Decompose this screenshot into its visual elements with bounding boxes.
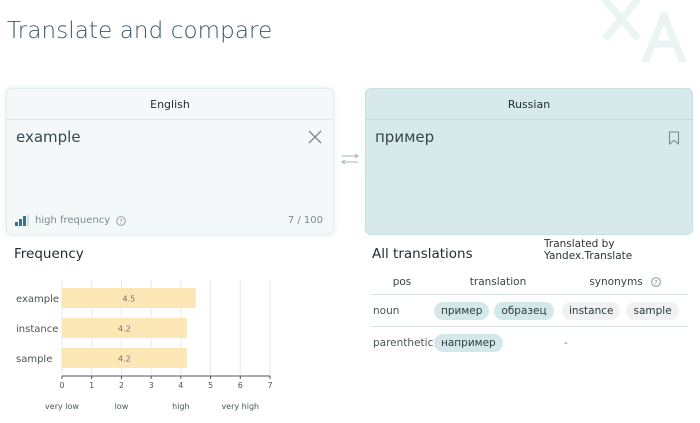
pos-cell: noun [373,304,400,317]
data-label: 4.2 [118,325,131,334]
band-label: very high [221,402,259,411]
x-tick-label: 6 [238,381,243,390]
x-tick-label: 3 [149,381,154,390]
target-language-selector[interactable]: Russian [366,89,692,120]
pos-cell: parenthetic [373,336,434,349]
category-label: instance [16,324,58,335]
synonym-chip[interactable]: instance [562,301,621,320]
synonyms-help-icon[interactable]: ? [650,277,661,287]
frequency-indicator: high frequency ? [15,215,126,226]
translation-chip[interactable]: пример [434,301,490,320]
frequency-title: Frequency [14,246,84,262]
synonyms-cell: - [562,337,688,349]
header-pos: pos [392,276,412,288]
target-panel: Russian пример [365,88,693,235]
svg-text:?: ? [654,279,657,287]
clear-icon[interactable] [307,129,323,145]
header-synonyms: synonyms ? [562,276,688,288]
translation-cell: например [434,333,562,352]
source-panel: English example high frequency ? 7 / 100 [6,88,334,235]
table-row: parenthetic например - [370,327,688,358]
source-language-selector[interactable]: English [7,89,333,120]
header-translation: translation [469,276,527,288]
source-text-input[interactable]: example [16,128,81,146]
band-label: high [172,402,189,411]
x-tick-label: 2 [119,381,124,390]
x-tick-label: 1 [89,381,94,390]
table-row: noun пример образец instance sample [370,295,688,327]
table-header: pos translation synonyms ? [370,270,688,295]
yandex-credit: Translated by Yandex.Translate [544,238,633,262]
char-count: 7 / 100 [287,215,323,226]
data-label: 4.5 [122,295,135,304]
header-synonyms-label: synonyms [589,276,643,288]
translation-cell: пример образец [434,301,562,320]
swap-languages-icon[interactable] [339,153,361,165]
data-label: 4.2 [118,355,131,364]
band-label: very low [45,402,79,411]
translations-table: pos translation synonyms ? noun пример о… [370,270,688,358]
frequency-chart: example 4.5 instance 4.2 sample 4.2 0 1 2 3 4 5 6 7 ve… [16,280,273,411]
svg-text:?: ? [119,217,122,225]
signal-bars-icon [15,215,29,226]
x-tick-label: 4 [178,381,183,390]
frequency-label: high frequency [35,215,111,226]
target-text: пример [375,128,435,146]
synonyms-cell: instance sample [562,301,688,320]
synonym-chip[interactable]: sample [626,301,679,320]
no-synonyms: - [564,336,568,349]
category-label: example [16,294,59,305]
x-tick-label: 0 [59,381,64,390]
page-title: Translate and compare [7,18,273,44]
help-icon[interactable]: ? [116,215,126,226]
translate-logo-icon [602,0,687,62]
bookmark-icon[interactable] [668,131,680,145]
band-label: low [115,402,129,411]
x-tick-label: 5 [208,381,213,390]
translation-chip[interactable]: например [434,333,503,352]
category-label: sample [16,354,52,365]
x-tick-label: 7 [267,381,272,390]
translation-chip[interactable]: образец [494,301,554,320]
all-translations-title: All translations [372,246,473,262]
